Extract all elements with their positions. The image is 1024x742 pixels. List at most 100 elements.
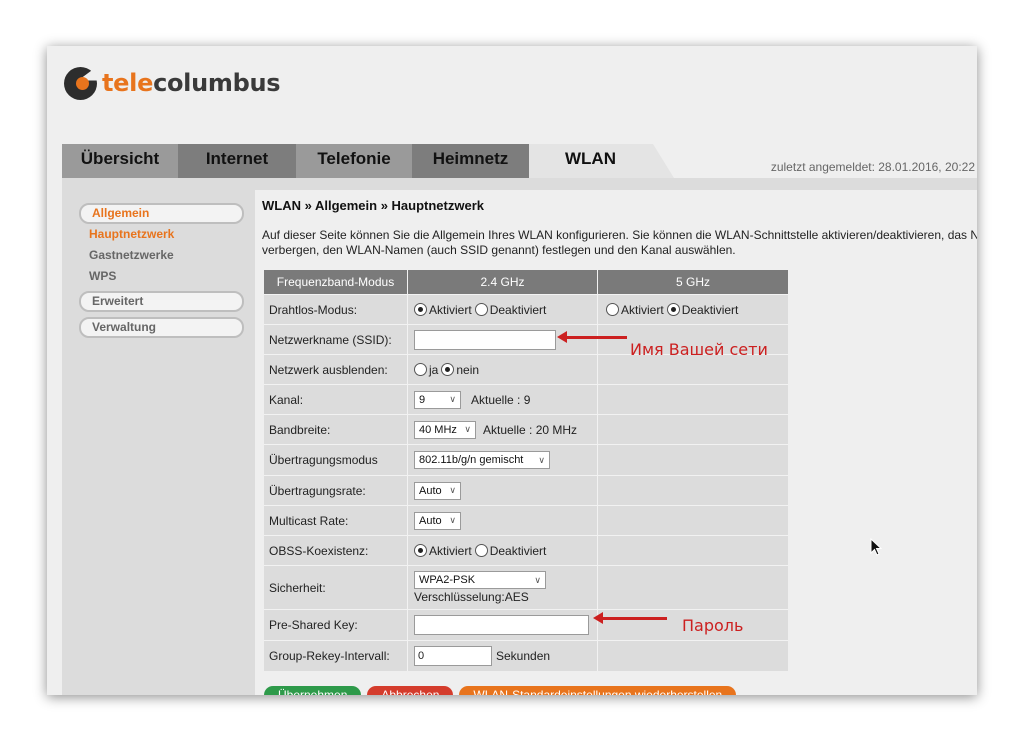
main-content: WLAN » Allgemein » Hauptnetzwerk Auf die…	[255, 190, 977, 695]
table-row: Übertragungsmodus 802.11b/g/n gemischt ∨	[264, 444, 788, 475]
radio-hide-ja[interactable]	[414, 363, 427, 376]
tab-uebersicht[interactable]: Übersicht	[62, 144, 178, 178]
select-value: WPA2-PSK	[419, 574, 476, 586]
option-label: Deaktiviert	[489, 302, 547, 317]
action-buttons: Übernehmen Abbrechen WLAN-Standardeinste…	[264, 686, 737, 695]
chevron-down-icon: ∨	[464, 424, 471, 434]
bandbreite-select[interactable]: 40 MHz ∨	[414, 420, 476, 439]
empty-cell	[598, 355, 788, 384]
select-value: Auto	[419, 514, 442, 527]
annotation-ssid: Имя Вашей сети	[630, 340, 768, 359]
chevron-down-icon: ∨	[449, 485, 456, 495]
arrow-password	[593, 612, 667, 624]
table-row: Drahtlos-Modus: Aktiviert Deaktiviert Ak…	[264, 294, 788, 324]
radio-5-deaktiviert[interactable]	[666, 303, 680, 316]
brand-logo: telecolumbus	[64, 66, 281, 100]
obss-options: Aktiviert Deaktiviert	[408, 536, 598, 565]
psk-input[interactable]	[414, 615, 589, 635]
rate-select[interactable]: Auto ∨	[414, 481, 461, 500]
table-row: Sicherheit: WPA2-PSK ∨ Verschlüsselung:AE…	[264, 565, 788, 609]
select-value: 802.11b/g/n gemischt	[419, 454, 524, 466]
bandbreite-current: Aktuelle : 20 MHz	[483, 422, 578, 437]
radio-obss-aktiviert[interactable]	[414, 544, 427, 557]
encryption-text: Verschlüsselung:AES	[414, 590, 529, 604]
description-line: verbergen, den WLAN-Namen (auch SSID gen…	[262, 242, 736, 257]
page-description: Auf dieser Seite können Sie die Allgemei…	[262, 228, 977, 257]
radio-obss-deaktiviert[interactable]	[474, 544, 488, 557]
table-row: Übertragungsrate: Auto ∨	[264, 475, 788, 505]
empty-cell	[598, 415, 788, 444]
last-login-text: zuletzt angemeldet: 28.01.2016, 20:22	[770, 160, 975, 174]
modus-select[interactable]: 802.11b/g/n gemischt ∨	[414, 451, 550, 469]
empty-cell	[598, 476, 788, 505]
row-label: Netzwerkname (SSID):	[264, 325, 408, 354]
ssid-input[interactable]	[414, 329, 556, 350]
tab-wlan[interactable]: WLAN	[529, 144, 674, 178]
select-value: 9	[419, 393, 426, 406]
header-5ghz: 5 GHz	[598, 270, 788, 294]
logo-icon	[64, 66, 97, 100]
empty-cell	[598, 641, 788, 671]
sidebar-item-allgemein[interactable]: Allgemein	[79, 203, 244, 224]
chevron-down-icon: ∨	[538, 454, 545, 465]
row-label: Bandbreite:	[264, 415, 408, 444]
row-label: Sicherheit:	[264, 566, 408, 609]
tab-internet[interactable]: Internet	[178, 144, 296, 178]
rekey-unit: Sekunden	[496, 649, 551, 663]
kanal-select[interactable]: 9 ∨	[414, 390, 461, 409]
row-label: Netzwerk ausblenden:	[264, 355, 408, 384]
chevron-down-icon: ∨	[534, 574, 541, 585]
sidebar-item-verwaltung[interactable]: Verwaltung	[79, 317, 244, 338]
router-admin-window: telecolumbus Übersicht Internet Telefoni…	[47, 46, 977, 695]
table-row: Bandbreite: 40 MHz ∨ Aktuelle : 20 MHz	[264, 414, 788, 444]
sidebar: Allgemein Hauptnetzwerk Gastnetzwerke WP…	[79, 203, 244, 338]
annotation-password: Пароль	[682, 616, 744, 635]
wifi5-mode: Aktiviert Deaktiviert	[598, 295, 788, 324]
chevron-down-icon: ∨	[449, 515, 456, 525]
row-label: Kanal:	[264, 385, 408, 414]
wifi24-mode: Aktiviert Deaktiviert	[408, 295, 598, 324]
row-label: OBSS-Koexistenz:	[264, 536, 408, 565]
mouse-cursor-icon	[870, 538, 883, 556]
radio-24-deaktiviert[interactable]	[474, 303, 488, 316]
sidebar-item-erweitert[interactable]: Erweitert	[79, 291, 244, 312]
sidebar-item-wps[interactable]: WPS	[79, 266, 244, 287]
hide-network-options: ja nein	[408, 355, 598, 384]
header-mode: Frequenzband-Modus	[264, 270, 408, 294]
row-label: Group-Rekey-Intervall:	[264, 641, 408, 671]
apply-button[interactable]: Übernehmen	[264, 686, 362, 695]
cancel-button[interactable]: Abbrechen	[367, 686, 454, 695]
multicast-cell: Auto ∨	[408, 506, 598, 535]
sidebar-item-hauptnetzwerk[interactable]: Hauptnetzwerk	[79, 224, 244, 245]
modus-cell: 802.11b/g/n gemischt ∨	[408, 445, 598, 475]
option-label: Deaktiviert	[681, 302, 739, 317]
table-row: Multicast Rate: Auto ∨	[264, 505, 788, 535]
row-label: Pre-Shared Key:	[264, 610, 408, 640]
sidebar-item-gastnetzwerke[interactable]: Gastnetzwerke	[79, 245, 244, 266]
wlan-settings-table: Frequenzband-Modus 2.4 GHz 5 GHz Drahtlo…	[264, 270, 788, 671]
tab-telefonie[interactable]: Telefonie	[296, 144, 412, 178]
table-row: Kanal: 9 ∨ Aktuelle : 9	[264, 384, 788, 414]
header-24ghz: 2.4 GHz	[408, 270, 598, 294]
empty-cell	[598, 506, 788, 535]
bandbreite-cell: 40 MHz ∨ Aktuelle : 20 MHz	[408, 415, 598, 444]
restore-defaults-button[interactable]: WLAN-Standardeinstellungen wiederherstel…	[459, 686, 737, 695]
rekey-cell: 0 Sekunden	[408, 641, 598, 671]
row-label: Übertragungsmodus	[264, 445, 408, 475]
radio-5-aktiviert[interactable]	[606, 303, 619, 316]
empty-cell	[598, 445, 788, 475]
radio-hide-nein[interactable]	[441, 363, 455, 376]
kanal-cell: 9 ∨ Aktuelle : 9	[408, 385, 598, 414]
multicast-select[interactable]: Auto ∨	[414, 511, 461, 530]
option-label: Aktiviert	[429, 302, 472, 317]
rekey-input[interactable]: 0	[414, 646, 492, 666]
kanal-current: Aktuelle : 9	[471, 392, 531, 407]
chevron-down-icon: ∨	[449, 394, 456, 404]
radio-24-aktiviert[interactable]	[414, 303, 427, 316]
table-row: OBSS-Koexistenz: Aktiviert Deaktiviert	[264, 535, 788, 565]
table-header-row: Frequenzband-Modus 2.4 GHz 5 GHz	[264, 270, 788, 294]
tab-heimnetz[interactable]: Heimnetz	[412, 144, 529, 178]
description-line: Auf dieser Seite können Sie die Allgemei…	[262, 228, 977, 242]
table-row: Group-Rekey-Intervall: 0 Sekunden	[264, 640, 788, 671]
sicherheit-select[interactable]: WPA2-PSK ∨	[414, 571, 546, 589]
